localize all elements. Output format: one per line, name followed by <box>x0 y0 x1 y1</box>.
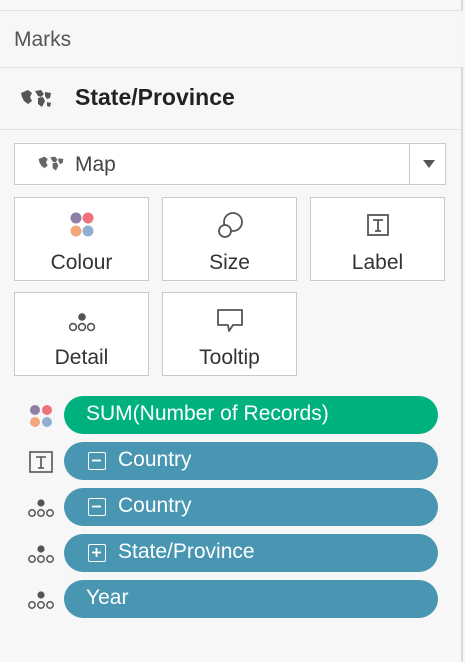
collapse-icon[interactable] <box>88 452 106 470</box>
detail-dots-icon <box>28 499 54 517</box>
marks-layer-row[interactable]: State/Province <box>0 68 463 130</box>
label-card[interactable]: Label <box>310 197 445 281</box>
mark-field-row: Country <box>0 487 463 527</box>
mark-field-row: Country <box>0 441 463 481</box>
expand-icon[interactable] <box>88 544 106 562</box>
map-icon <box>38 156 64 171</box>
marks-title: Marks <box>14 28 72 51</box>
map-icon <box>21 90 51 107</box>
mark-field-row: Year <box>0 579 463 619</box>
chevron-down-icon[interactable] <box>422 159 436 169</box>
layer-title: State/Province <box>75 84 235 110</box>
colour-dots-icon <box>70 212 93 237</box>
label-card-label: Label <box>351 251 404 274</box>
pill-label: Country <box>118 494 192 517</box>
field-pill-country-detail[interactable]: Country <box>64 488 438 526</box>
field-pill-year[interactable]: Year <box>64 580 438 618</box>
pill-label: SUM(Number of Records) <box>86 402 329 425</box>
colour-card[interactable]: Colour <box>14 197 149 281</box>
pill-label: State/Province <box>118 540 255 563</box>
tooltip-bubble-icon <box>216 309 243 332</box>
size-card-label: Size <box>209 251 250 274</box>
size-card[interactable]: Size <box>162 197 297 281</box>
collapse-icon[interactable] <box>88 498 106 516</box>
colour-card-label: Colour <box>50 251 113 274</box>
marks-header: Marks <box>0 10 463 68</box>
field-pill-country-label[interactable]: Country <box>64 442 438 480</box>
pill-label: Year <box>86 586 129 609</box>
size-circles-icon <box>217 212 243 238</box>
pill-label: Country <box>118 448 192 471</box>
dropdown-divider <box>409 144 410 184</box>
text-label-icon <box>366 214 389 236</box>
colour-dots-icon <box>30 405 52 427</box>
mark-type-dropdown[interactable]: Map <box>14 143 446 185</box>
mark-field-row: State/Province <box>0 533 463 573</box>
field-pill-state-province[interactable]: State/Province <box>64 534 438 572</box>
detail-dots-icon <box>28 545 54 563</box>
field-pill-sum-number-of-records[interactable]: SUM(Number of Records) <box>64 396 438 434</box>
text-label-icon <box>29 451 53 473</box>
detail-card[interactable]: Detail <box>14 292 149 376</box>
mark-type-value: Map <box>75 153 116 176</box>
tooltip-card[interactable]: Tooltip <box>162 292 297 376</box>
detail-dots-icon <box>28 591 54 609</box>
detail-dots-icon <box>68 313 95 332</box>
mark-field-row: SUM(Number of Records) <box>0 395 463 435</box>
tooltip-card-label: Tooltip <box>199 346 260 369</box>
marks-panel: Marks State/Province Map Colour Size Lab… <box>0 0 463 662</box>
detail-card-label: Detail <box>54 346 109 369</box>
